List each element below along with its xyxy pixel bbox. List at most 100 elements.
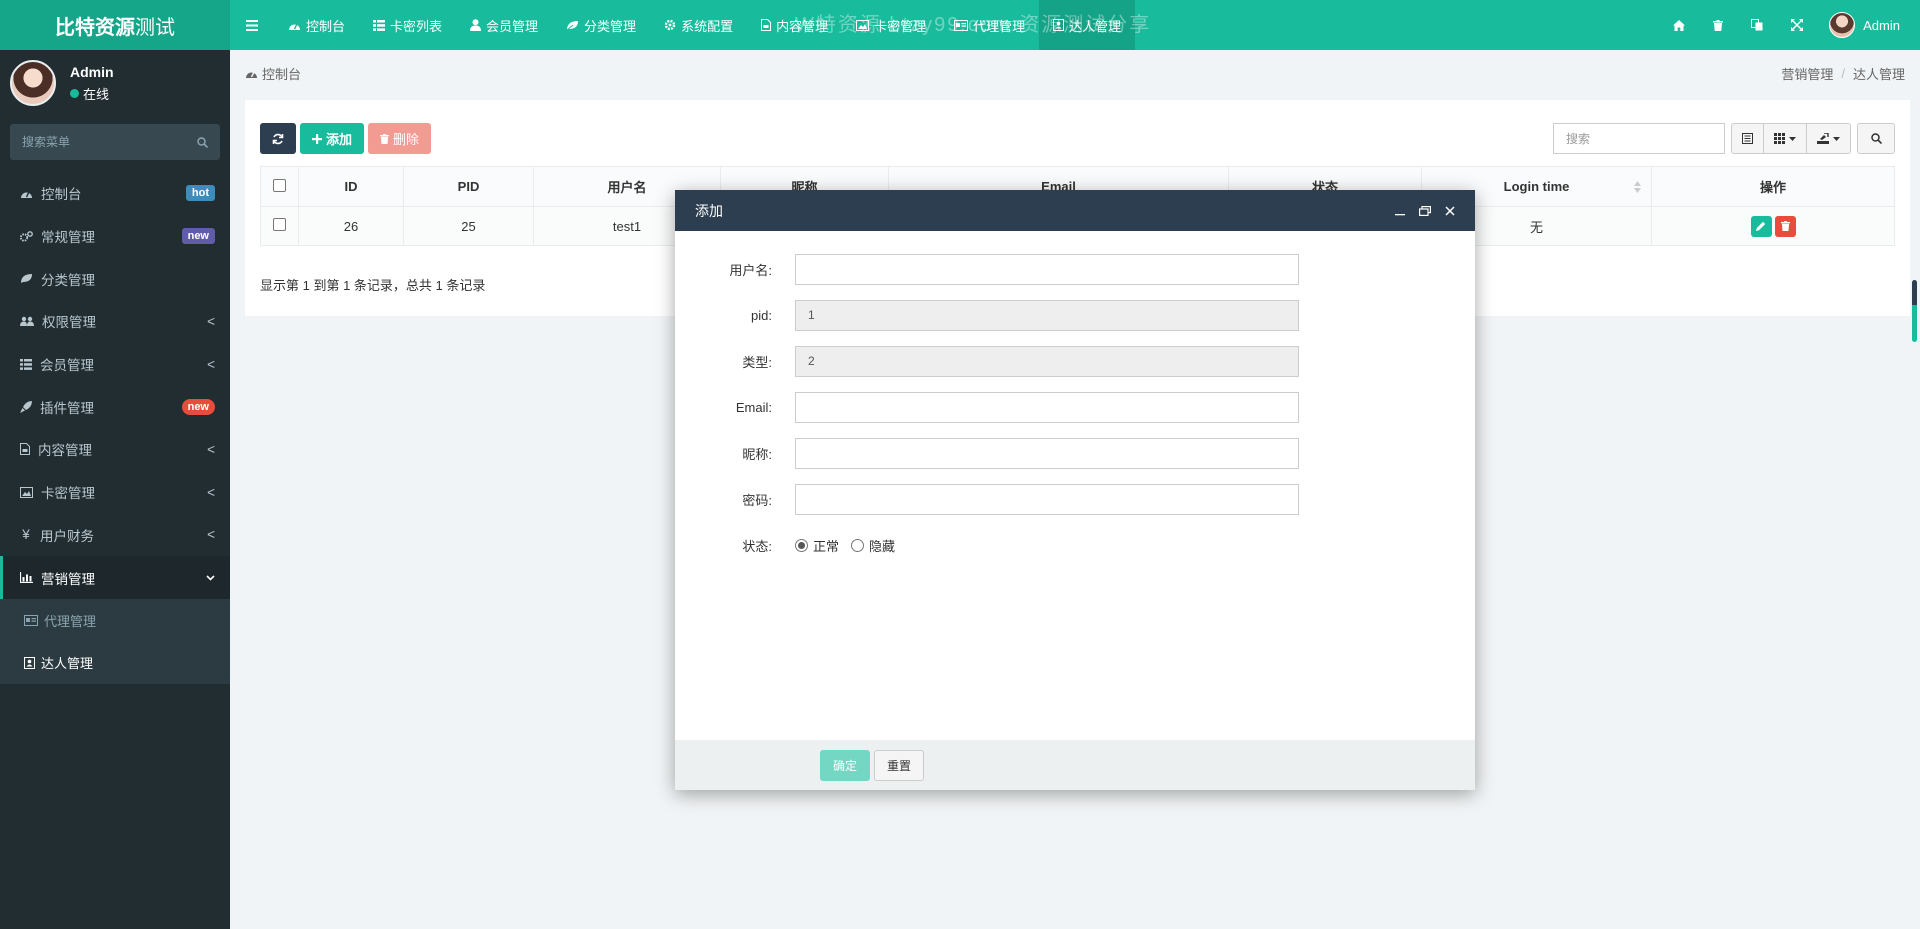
- top-right-tools: Admin: [1659, 0, 1920, 50]
- toggle-card-view-button[interactable]: [1731, 123, 1764, 154]
- id-card-icon: [24, 614, 38, 626]
- sidebar-item-dashboard[interactable]: 控制台 hot: [0, 172, 230, 215]
- trash-icon: [1780, 221, 1790, 231]
- leaf-icon: [21, 274, 32, 284]
- column-header-label: Login time: [1503, 179, 1570, 194]
- breadcrumb-item[interactable]: 营销管理: [1781, 64, 1833, 83]
- clear-cache-button[interactable]: [1699, 0, 1737, 50]
- sidebar-item-label: 营销管理: [41, 571, 95, 587]
- home-button[interactable]: [1659, 0, 1699, 50]
- avatar: [10, 60, 56, 106]
- delete-button-label: 删除: [393, 132, 420, 147]
- search-icon[interactable]: [197, 136, 208, 148]
- columns-dropdown-button[interactable]: [1763, 123, 1807, 154]
- top-navbar: 比特资源 测试 控制台 卡密列表 会员管理 分类管理 系统配置 内容管理 卡密管…: [0, 0, 1920, 50]
- chevron-left-icon: <: [207, 356, 215, 372]
- language-button[interactable]: [1737, 0, 1777, 50]
- sidebar-item-marketing[interactable]: 营销管理: [0, 556, 230, 599]
- cogs-icon: [20, 230, 33, 242]
- row-checkbox[interactable]: [273, 218, 286, 231]
- topnav-influencers[interactable]: 达人管理: [1039, 0, 1136, 50]
- sidebar-submenu: 代理管理 达人管理: [0, 598, 230, 685]
- topnav-system-config[interactable]: 系统配置: [650, 0, 747, 50]
- password-field[interactable]: [795, 483, 1299, 515]
- status-hidden-radio[interactable]: 隐藏: [851, 536, 895, 555]
- delete-button[interactable]: 删除: [368, 123, 432, 154]
- form-row-pid: pid:: [675, 292, 1475, 338]
- user-menu[interactable]: Admin: [1817, 0, 1920, 50]
- column-header-pid[interactable]: PID: [403, 166, 534, 207]
- add-button[interactable]: 添加: [300, 123, 365, 154]
- chevron-left-icon: <: [207, 441, 215, 457]
- export-dropdown-button[interactable]: [1806, 123, 1851, 154]
- advanced-search-button[interactable]: [1857, 123, 1895, 154]
- pid-field[interactable]: [795, 299, 1299, 331]
- add-form: 用户名: pid: 类型: Email: 昵称: 密码: 状态:: [675, 231, 1475, 568]
- logo[interactable]: 比特资源 测试: [0, 0, 230, 50]
- minimize-icon[interactable]: [1395, 206, 1405, 216]
- delete-row-button[interactable]: [1774, 215, 1796, 237]
- sidebar-item-members[interactable]: 会员管理 <: [0, 343, 230, 386]
- leaf-icon: [566, 20, 579, 30]
- status-normal-radio[interactable]: 正常: [795, 536, 839, 555]
- sidebar-item-general[interactable]: 常规管理 new: [0, 215, 230, 258]
- topnav-dashboard[interactable]: 控制台: [274, 0, 359, 50]
- sidebar-item-permissions[interactable]: 权限管理 <: [0, 300, 230, 343]
- form-row-type: 类型:: [675, 338, 1475, 384]
- edit-button[interactable]: [1750, 215, 1772, 237]
- user-status: 在线: [70, 84, 114, 103]
- nickname-label: 昵称:: [742, 446, 772, 462]
- dashboard-icon: [246, 71, 257, 78]
- logo-light-text: 测试: [135, 16, 175, 39]
- sidebar-item-content[interactable]: 内容管理 <: [0, 428, 230, 471]
- topnav-label: 卡密列表: [390, 18, 443, 34]
- table-view-icon: [1742, 133, 1753, 144]
- fullscreen-button[interactable]: [1777, 0, 1817, 50]
- username-field[interactable]: [795, 253, 1299, 285]
- sidebar-item-card-manage[interactable]: 卡密管理 <: [0, 471, 230, 514]
- reset-button[interactable]: 重置: [874, 749, 925, 781]
- avatar: [1829, 12, 1856, 38]
- topnav-card-manage[interactable]: 卡密管理: [842, 0, 940, 50]
- trash-icon: [1713, 19, 1724, 31]
- email-field[interactable]: [795, 391, 1299, 423]
- maximize-icon[interactable]: [1419, 205, 1431, 216]
- table-view-tools: [1731, 123, 1851, 154]
- topnav-card-list[interactable]: 卡密列表: [359, 0, 456, 50]
- column-header-actions: 操作: [1651, 166, 1895, 207]
- nickname-field[interactable]: [795, 437, 1299, 469]
- gear-icon: [664, 19, 676, 31]
- close-icon[interactable]: [1445, 205, 1455, 216]
- sidebar-toggle-button[interactable]: [230, 0, 274, 50]
- sidebar-search-input[interactable]: [22, 135, 182, 149]
- topnav-label: 代理管理: [973, 18, 1026, 34]
- table-search-input[interactable]: [1553, 123, 1725, 154]
- user-status-text: 在线: [83, 86, 110, 102]
- hamburger-icon: [246, 19, 258, 31]
- chevron-left-icon: <: [207, 313, 215, 329]
- sidebar-subitem-influencers[interactable]: 达人管理: [0, 642, 230, 685]
- refresh-button[interactable]: [260, 123, 296, 154]
- sidebar-item-categories[interactable]: 分类管理: [0, 257, 230, 300]
- sidebar-item-label: 用户财务: [40, 528, 94, 544]
- type-field[interactable]: [795, 345, 1299, 377]
- scrollbar-thumb[interactable]: [1912, 280, 1917, 342]
- topnav-label: 系统配置: [681, 18, 734, 34]
- radio-unchecked-icon: [851, 538, 865, 552]
- topnav-agents[interactable]: 代理管理: [940, 0, 1039, 50]
- dialog-title: 添加: [695, 202, 723, 219]
- column-header-id[interactable]: ID: [298, 166, 404, 207]
- plus-icon: [312, 133, 322, 144]
- topnav-content[interactable]: 内容管理: [747, 0, 842, 50]
- topnav-categories[interactable]: 分类管理: [552, 0, 650, 50]
- breadcrumb: 营销管理 / 达人管理: [1781, 64, 1905, 83]
- sidebar-item-finance[interactable]: yen-icon ¥ 用户财务 <: [0, 514, 230, 557]
- form-row-status: 状态: 正常 隐藏: [675, 522, 1475, 568]
- select-all-checkbox[interactable]: [273, 178, 286, 192]
- confirm-button[interactable]: 确定: [820, 749, 871, 781]
- sidebar-menu: 控制台 hot 常规管理 new 分类管理 权限管理 < 会员管理 < 插件管理…: [0, 172, 230, 599]
- sidebar-subitem-agents[interactable]: 代理管理: [0, 599, 230, 642]
- sidebar-item-plugins[interactable]: 插件管理 new: [0, 385, 230, 428]
- topnav-members[interactable]: 会员管理: [456, 0, 552, 50]
- dialog-footer: 确定 重置: [675, 740, 1475, 790]
